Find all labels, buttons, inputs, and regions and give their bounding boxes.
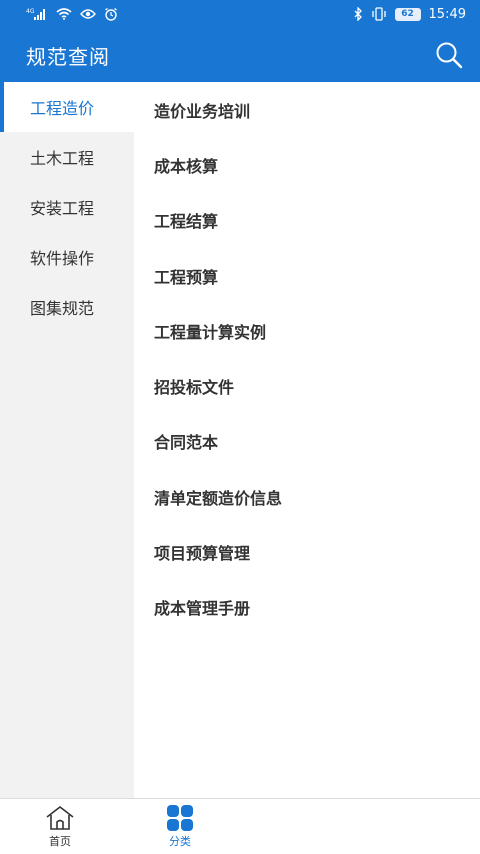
grid-icon	[167, 804, 193, 831]
sidebar-item-label: 图集规范	[30, 299, 95, 318]
list-item[interactable]: 项目预算管理	[134, 524, 480, 579]
page-title: 规范查阅	[26, 44, 110, 69]
list-item[interactable]: 工程预算	[134, 248, 480, 303]
sidebar-item-label: 软件操作	[30, 249, 95, 268]
sidebar-item-label: 土木工程	[30, 149, 95, 168]
list-item[interactable]: 工程结算	[134, 193, 480, 248]
signal-icon: 4G	[26, 7, 48, 21]
list-item[interactable]: 造价业务培训	[134, 82, 480, 137]
list-item[interactable]: 清单定额造价信息	[134, 469, 480, 524]
status-bar: 4G 62 15:49	[0, 0, 480, 28]
sidebar-item-installation-engineering[interactable]: 安装工程	[0, 182, 134, 232]
nav-label: 分类	[169, 834, 191, 848]
bottom-nav: 首页 分类	[0, 798, 480, 854]
category-sidebar: 工程造价 土木工程 安装工程 软件操作 图集规范	[0, 82, 134, 798]
status-time: 15:49	[428, 6, 466, 22]
status-right: 62 15:49	[353, 7, 466, 22]
alarm-icon	[104, 7, 118, 21]
sidebar-item-civil-engineering[interactable]: 土木工程	[0, 132, 134, 182]
bluetooth-icon	[353, 7, 363, 21]
sidebar-item-label: 安装工程	[30, 199, 95, 218]
list-item[interactable]: 成本管理手册	[134, 580, 480, 635]
sidebar-item-label: 工程造价	[30, 99, 95, 118]
list-item[interactable]: 成本核算	[134, 137, 480, 192]
list-item[interactable]: 招投标文件	[134, 358, 480, 413]
eye-icon	[80, 8, 96, 20]
network-type: 4G	[26, 8, 35, 15]
search-button[interactable]	[432, 38, 466, 72]
vibrate-icon	[371, 7, 387, 21]
home-icon	[46, 805, 74, 830]
sidebar-item-software-operation[interactable]: 软件操作	[0, 232, 134, 282]
search-icon	[436, 42, 463, 69]
app-bar: 规范查阅	[0, 28, 480, 82]
list-item[interactable]: 合同范本	[134, 414, 480, 469]
status-left: 4G	[26, 7, 118, 21]
wifi-icon	[56, 8, 72, 20]
sidebar-item-atlas-standards[interactable]: 图集规范	[0, 282, 134, 332]
nav-item-category[interactable]: 分类	[120, 799, 240, 854]
list-item[interactable]: 工程量计算实例	[134, 303, 480, 358]
nav-item-home[interactable]: 首页	[0, 799, 120, 854]
battery-indicator: 62	[394, 7, 421, 21]
nav-label: 首页	[49, 834, 71, 848]
subcategory-list: 造价业务培训 成本核算 工程结算 工程预算 工程量计算实例 招投标文件 合同范本…	[134, 82, 480, 798]
sidebar-item-engineering-cost[interactable]: 工程造价	[0, 82, 134, 132]
